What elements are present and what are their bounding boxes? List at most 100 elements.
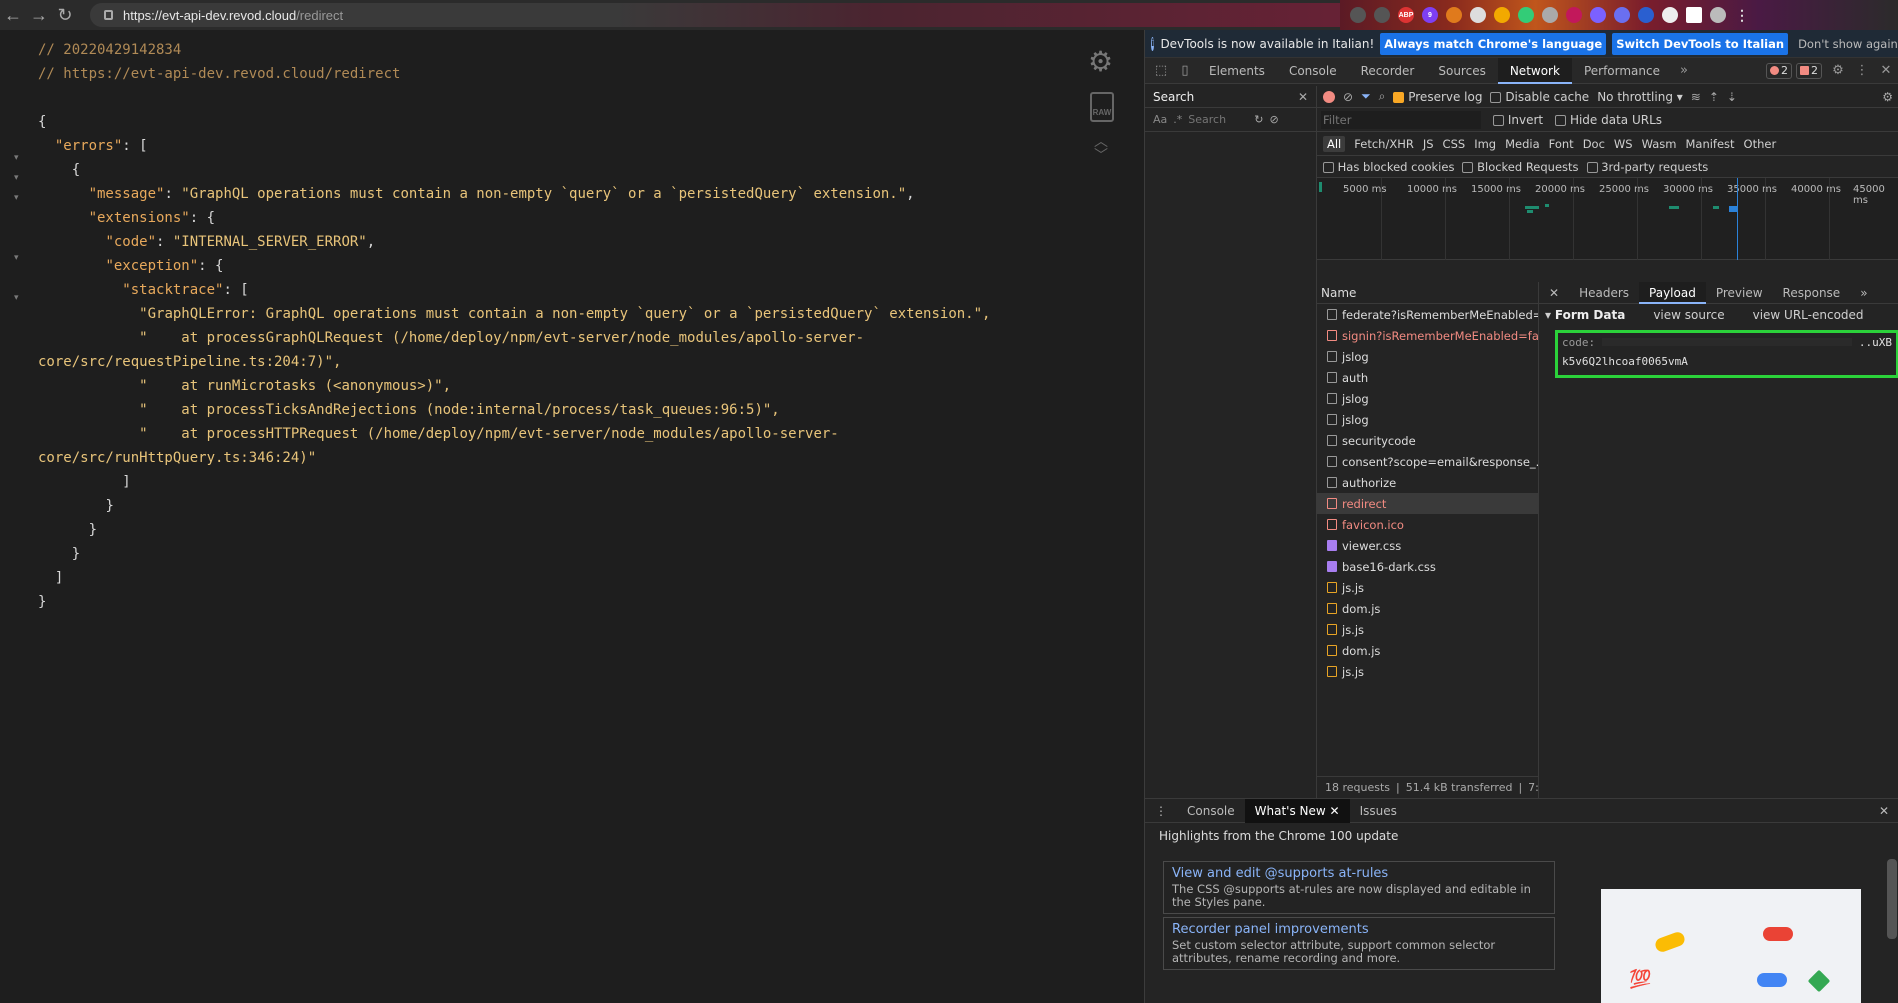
request-row[interactable]: authorize bbox=[1317, 472, 1538, 493]
third-party-checkbox[interactable]: 3rd-party requests bbox=[1586, 160, 1708, 174]
avatar[interactable] bbox=[1710, 7, 1726, 23]
network-overview-timeline[interactable]: 5000 ms 10000 ms 15000 ms 20000 ms 25000… bbox=[1317, 178, 1898, 260]
close-devtools-icon[interactable]: ✕ bbox=[1874, 58, 1898, 84]
fold-arrow-icon[interactable]: ▾ bbox=[14, 172, 19, 183]
filter-fetch-xhr[interactable]: Fetch/XHR bbox=[1354, 137, 1414, 151]
tab-response[interactable]: Response bbox=[1773, 282, 1851, 304]
tab-headers[interactable]: Headers bbox=[1569, 282, 1639, 304]
hide-data-urls-checkbox[interactable]: Hide data URLs bbox=[1555, 113, 1662, 127]
tab-recorder[interactable]: Recorder bbox=[1349, 58, 1427, 84]
tab-network[interactable]: Network bbox=[1497, 57, 1572, 84]
record-button[interactable] bbox=[1323, 90, 1335, 103]
filter-ws[interactable]: WS bbox=[1614, 137, 1633, 151]
regex-toggle[interactable]: .* bbox=[1173, 113, 1182, 126]
extension-icon[interactable] bbox=[1494, 7, 1510, 23]
view-url-encoded-link[interactable]: view URL-encoded bbox=[1753, 308, 1864, 322]
filter-js[interactable]: JS bbox=[1423, 137, 1434, 151]
kebab-menu-icon[interactable]: ⋮ bbox=[1850, 58, 1874, 84]
filter-wasm[interactable]: Wasm bbox=[1642, 137, 1677, 151]
request-row[interactable]: jslog bbox=[1317, 346, 1538, 367]
address-bar[interactable]: https://evt-api-dev.revod.cloud/redirect bbox=[90, 3, 1400, 27]
share-icon[interactable] bbox=[1350, 7, 1366, 23]
tab-payload[interactable]: Payload bbox=[1639, 281, 1706, 304]
filter-img[interactable]: Img bbox=[1474, 137, 1496, 151]
filter-doc[interactable]: Doc bbox=[1583, 137, 1605, 151]
request-row[interactable]: jslog bbox=[1317, 409, 1538, 430]
search-input[interactable] bbox=[1188, 111, 1249, 128]
fold-arrow-icon[interactable]: ▾ bbox=[14, 192, 19, 203]
disable-cache-checkbox[interactable]: Disable cache bbox=[1490, 90, 1589, 104]
tab-preview[interactable]: Preview bbox=[1706, 282, 1773, 304]
close-drawer-icon[interactable]: ✕ bbox=[1869, 799, 1898, 823]
issues-badge[interactable]: 2 bbox=[1796, 62, 1822, 79]
throttling-select[interactable]: No throttling ▾ bbox=[1597, 90, 1683, 104]
drawer-tab-whats-new[interactable]: What's New ✕ bbox=[1244, 798, 1350, 823]
fold-arrow-icon[interactable]: ▾ bbox=[14, 152, 19, 163]
request-row-selected[interactable]: redirect bbox=[1317, 493, 1538, 514]
more-tabs-icon[interactable]: » bbox=[1672, 58, 1696, 84]
refresh-icon[interactable]: ↻ bbox=[1254, 113, 1263, 126]
card-title[interactable]: Recorder panel improvements bbox=[1172, 922, 1546, 937]
request-row[interactable]: js.js bbox=[1317, 661, 1538, 682]
request-row[interactable]: consent?scope=email&response_... bbox=[1317, 451, 1538, 472]
name-column-header[interactable]: Name bbox=[1317, 282, 1538, 304]
inspect-icon[interactable]: ⬚ bbox=[1149, 58, 1173, 84]
preserve-log-checkbox[interactable]: Preserve log bbox=[1393, 90, 1482, 104]
filter-font[interactable]: Font bbox=[1549, 137, 1574, 151]
network-settings-icon[interactable]: ⚙ bbox=[1882, 90, 1893, 104]
drawer-tab-issues[interactable]: Issues bbox=[1350, 799, 1407, 823]
extension-icon[interactable] bbox=[1566, 7, 1582, 23]
more-tabs-icon[interactable]: » bbox=[1850, 282, 1877, 304]
import-har-icon[interactable]: ⇡ bbox=[1709, 90, 1719, 104]
raw-toggle-button[interactable]: RAW bbox=[1090, 92, 1114, 122]
tab-console[interactable]: Console bbox=[1277, 58, 1349, 84]
menu-icon[interactable]: ⋮ bbox=[1734, 7, 1750, 23]
filter-input[interactable] bbox=[1321, 110, 1481, 129]
card-title[interactable]: View and edit @supports at-rules bbox=[1172, 866, 1546, 881]
extension-badge-icon[interactable]: 9 bbox=[1422, 7, 1438, 23]
bookmark-star-icon[interactable] bbox=[1374, 7, 1390, 23]
close-details-icon[interactable]: ✕ bbox=[1539, 282, 1569, 304]
drawer-scrollbar[interactable] bbox=[1887, 859, 1897, 939]
expand-collapse-icon[interactable]: ︿ ﹀ bbox=[1094, 134, 1108, 162]
match-language-button[interactable]: Always match Chrome's language bbox=[1380, 32, 1607, 55]
request-row[interactable]: federate?isRememberMeEnabled=fa... bbox=[1317, 304, 1538, 325]
adblock-icon[interactable]: ABP bbox=[1398, 7, 1414, 23]
filter-manifest[interactable]: Manifest bbox=[1685, 137, 1734, 151]
extension-icon[interactable] bbox=[1590, 7, 1606, 23]
search-icon[interactable]: ⌕ bbox=[1379, 89, 1386, 104]
invert-checkbox[interactable]: Invert bbox=[1493, 113, 1543, 127]
whats-new-card[interactable]: Recorder panel improvements Set custom s… bbox=[1163, 917, 1555, 970]
fold-arrow-icon[interactable]: ▾ bbox=[14, 252, 19, 263]
filter-all[interactable]: All bbox=[1323, 135, 1346, 152]
extension-icon[interactable] bbox=[1638, 7, 1654, 23]
request-row[interactable]: dom.js bbox=[1317, 598, 1538, 619]
filter-icon[interactable]: ⏷ bbox=[1361, 89, 1371, 104]
settings-gear-icon[interactable]: ⚙ bbox=[1826, 58, 1850, 84]
filter-css[interactable]: CSS bbox=[1443, 137, 1466, 151]
whats-new-card[interactable]: View and edit @supports at-rules The CSS… bbox=[1163, 861, 1555, 914]
back-icon[interactable]: ← bbox=[0, 2, 26, 28]
lock-icon[interactable] bbox=[104, 10, 113, 20]
export-har-icon[interactable]: ⇣ bbox=[1727, 90, 1737, 104]
request-row[interactable]: signin?isRememberMeEnabled=fa... bbox=[1317, 325, 1538, 346]
view-source-link[interactable]: view source bbox=[1653, 308, 1724, 322]
fold-arrow-icon[interactable]: ▾ bbox=[14, 292, 19, 303]
puzzle-icon[interactable] bbox=[1662, 7, 1678, 23]
drawer-menu-icon[interactable]: ⋮ bbox=[1145, 799, 1177, 823]
tab-sources[interactable]: Sources bbox=[1426, 58, 1497, 84]
request-row[interactable]: dom.js bbox=[1317, 640, 1538, 661]
tab-elements[interactable]: Elements bbox=[1197, 58, 1277, 84]
match-case-toggle[interactable]: Aa bbox=[1153, 113, 1167, 126]
form-data-toggle[interactable]: ▾ Form Data bbox=[1545, 308, 1625, 322]
extension-icon[interactable] bbox=[1542, 7, 1558, 23]
reload-icon[interactable]: ↻ bbox=[52, 2, 78, 28]
device-toolbar-icon[interactable]: ▯ bbox=[1173, 58, 1197, 84]
sidepanel-icon[interactable] bbox=[1686, 7, 1702, 23]
request-row[interactable]: viewer.css bbox=[1317, 535, 1538, 556]
request-row[interactable]: jslog bbox=[1317, 388, 1538, 409]
request-row[interactable]: securitycode bbox=[1317, 430, 1538, 451]
extension-icon[interactable] bbox=[1518, 7, 1534, 23]
close-tab-icon[interactable]: ✕ bbox=[1330, 804, 1340, 818]
switch-language-button[interactable]: Switch DevTools to Italian bbox=[1612, 32, 1789, 55]
